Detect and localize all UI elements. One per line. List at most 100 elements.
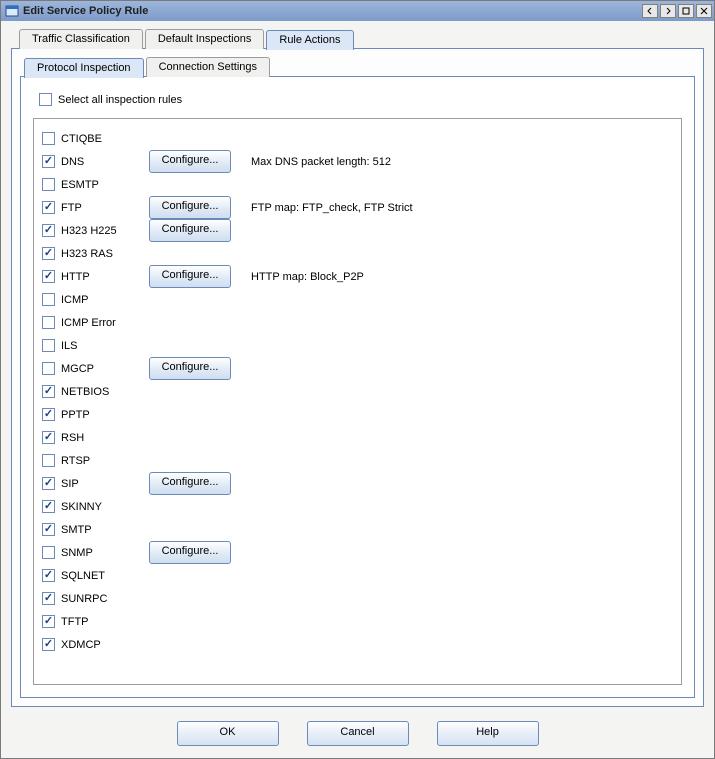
outer-tabstrip: Traffic ClassificationDefault Inspection… [19, 29, 704, 49]
configure-placeholder [149, 565, 229, 586]
rule-checkbox-ftp[interactable] [42, 201, 55, 214]
restore-left-button[interactable] [642, 4, 658, 18]
rule-row-sqlnet: SQLNET [42, 564, 673, 587]
configure-placeholder [149, 335, 229, 356]
rule-checkbox-snmp[interactable] [42, 546, 55, 559]
rule-checkbox-xdmcp[interactable] [42, 638, 55, 651]
rule-checkbox-sip[interactable] [42, 477, 55, 490]
rule-checkbox-smtp[interactable] [42, 523, 55, 536]
configure-placeholder [149, 174, 229, 195]
rule-checkbox-icmp-error[interactable] [42, 316, 55, 329]
configure-placeholder [149, 611, 229, 632]
rule-checkbox-skinny[interactable] [42, 500, 55, 513]
rule-row-skinny: SKINNY [42, 495, 673, 518]
rule-checkbox-sqlnet[interactable] [42, 569, 55, 582]
configure-button-dns[interactable]: Configure... [149, 150, 231, 173]
rule-label: H323 RAS [61, 248, 149, 260]
rule-checkbox-tftp[interactable] [42, 615, 55, 628]
rule-label: ILS [61, 340, 149, 352]
rule-detail: HTTP map: Block_P2P [251, 271, 364, 283]
rule-label: SQLNET [61, 570, 149, 582]
help-button[interactable]: Help [437, 721, 539, 746]
inner-tabstrip: Protocol InspectionConnection Settings [24, 57, 695, 77]
configure-placeholder [149, 243, 229, 264]
rule-row-snmp: SNMPConfigure... [42, 541, 673, 564]
rule-row-ctiqbe: CTIQBE [42, 127, 673, 150]
rule-label: NETBIOS [61, 386, 149, 398]
rule-label: RSH [61, 432, 149, 444]
rule-label: MGCP [61, 363, 149, 375]
configure-button-http[interactable]: Configure... [149, 265, 231, 288]
app-icon [5, 4, 19, 18]
rule-checkbox-sunrpc[interactable] [42, 592, 55, 605]
rule-checkbox-rsh[interactable] [42, 431, 55, 444]
rule-row-h323-ras: H323 RAS [42, 242, 673, 265]
window-controls [642, 4, 712, 18]
cancel-button[interactable]: Cancel [307, 721, 409, 746]
outer-tab-default-inspections[interactable]: Default Inspections [145, 29, 265, 49]
inner-tab-protocol-inspection[interactable]: Protocol Inspection [24, 58, 144, 78]
rule-label: H323 H225 [61, 225, 149, 237]
inner-tab-connection-settings[interactable]: Connection Settings [146, 57, 270, 77]
rule-row-dns: DNSConfigure... Max DNS packet length: 51… [42, 150, 673, 173]
ok-button[interactable]: OK [177, 721, 279, 746]
titlebar: Edit Service Policy Rule [1, 1, 714, 21]
configure-button-h323-h225[interactable]: Configure... [149, 219, 231, 242]
rule-checkbox-pptp[interactable] [42, 408, 55, 421]
configure-placeholder [149, 289, 229, 310]
rule-detail: FTP map: FTP_check, FTP Strict [251, 202, 413, 214]
configure-button-sip[interactable]: Configure... [149, 472, 231, 495]
rule-row-smtp: SMTP [42, 518, 673, 541]
rule-checkbox-netbios[interactable] [42, 385, 55, 398]
rule-label: FTP [61, 202, 149, 214]
rule-checkbox-mgcp[interactable] [42, 362, 55, 375]
rule-detail: Max DNS packet length: 512 [251, 156, 391, 168]
rule-row-ftp: FTPConfigure... FTP map: FTP_check, FTP S… [42, 196, 673, 219]
rule-row-icmp: ICMP [42, 288, 673, 311]
client-area: Traffic ClassificationDefault Inspection… [1, 21, 714, 758]
rule-label: PPTP [61, 409, 149, 421]
rule-row-rsh: RSH [42, 426, 673, 449]
rule-label: ICMP Error [61, 317, 149, 329]
rule-label: DNS [61, 156, 149, 168]
configure-placeholder [149, 427, 229, 448]
rule-row-tftp: TFTP [42, 610, 673, 633]
rule-row-pptp: PPTP [42, 403, 673, 426]
outer-tab-traffic-classification[interactable]: Traffic Classification [19, 29, 143, 49]
rule-label: SUNRPC [61, 593, 149, 605]
maximize-button[interactable] [678, 4, 694, 18]
rule-checkbox-http[interactable] [42, 270, 55, 283]
rule-checkbox-icmp[interactable] [42, 293, 55, 306]
configure-placeholder [149, 381, 229, 402]
rule-checkbox-rtsp[interactable] [42, 454, 55, 467]
configure-placeholder [149, 404, 229, 425]
rule-checkbox-h323-ras[interactable] [42, 247, 55, 260]
configure-button-ftp[interactable]: Configure... [149, 196, 231, 219]
rule-label: SKINNY [61, 501, 149, 513]
rule-checkbox-h323-h225[interactable] [42, 224, 55, 237]
rule-row-xdmcp: XDMCP [42, 633, 673, 656]
rule-label: CTIQBE [61, 133, 149, 145]
outer-tab-rule-actions[interactable]: Rule Actions [266, 30, 353, 50]
close-button[interactable] [696, 4, 712, 18]
protocol-inspection-panel: Select all inspection rules CTIQBEDNSCon… [20, 76, 695, 698]
configure-placeholder [149, 496, 229, 517]
configure-placeholder [149, 128, 229, 149]
rule-checkbox-dns[interactable] [42, 155, 55, 168]
rule-checkbox-esmtp[interactable] [42, 178, 55, 191]
rule-actions-panel: Protocol InspectionConnection Settings S… [11, 48, 704, 707]
configure-placeholder [149, 588, 229, 609]
rule-label: HTTP [61, 271, 149, 283]
restore-right-button[interactable] [660, 4, 676, 18]
rule-checkbox-ils[interactable] [42, 339, 55, 352]
select-all-checkbox[interactable] [39, 93, 52, 106]
rule-checkbox-ctiqbe[interactable] [42, 132, 55, 145]
edit-service-policy-rule-window: Edit Service Policy Rule Traffic Classif… [0, 0, 715, 759]
select-all-row: Select all inspection rules [39, 93, 682, 106]
rule-row-esmtp: ESMTP [42, 173, 673, 196]
rule-label: ESMTP [61, 179, 149, 191]
rule-row-sip: SIPConfigure... [42, 472, 673, 495]
rule-label: SMTP [61, 524, 149, 536]
configure-button-snmp[interactable]: Configure... [149, 541, 231, 564]
configure-button-mgcp[interactable]: Configure... [149, 357, 231, 380]
